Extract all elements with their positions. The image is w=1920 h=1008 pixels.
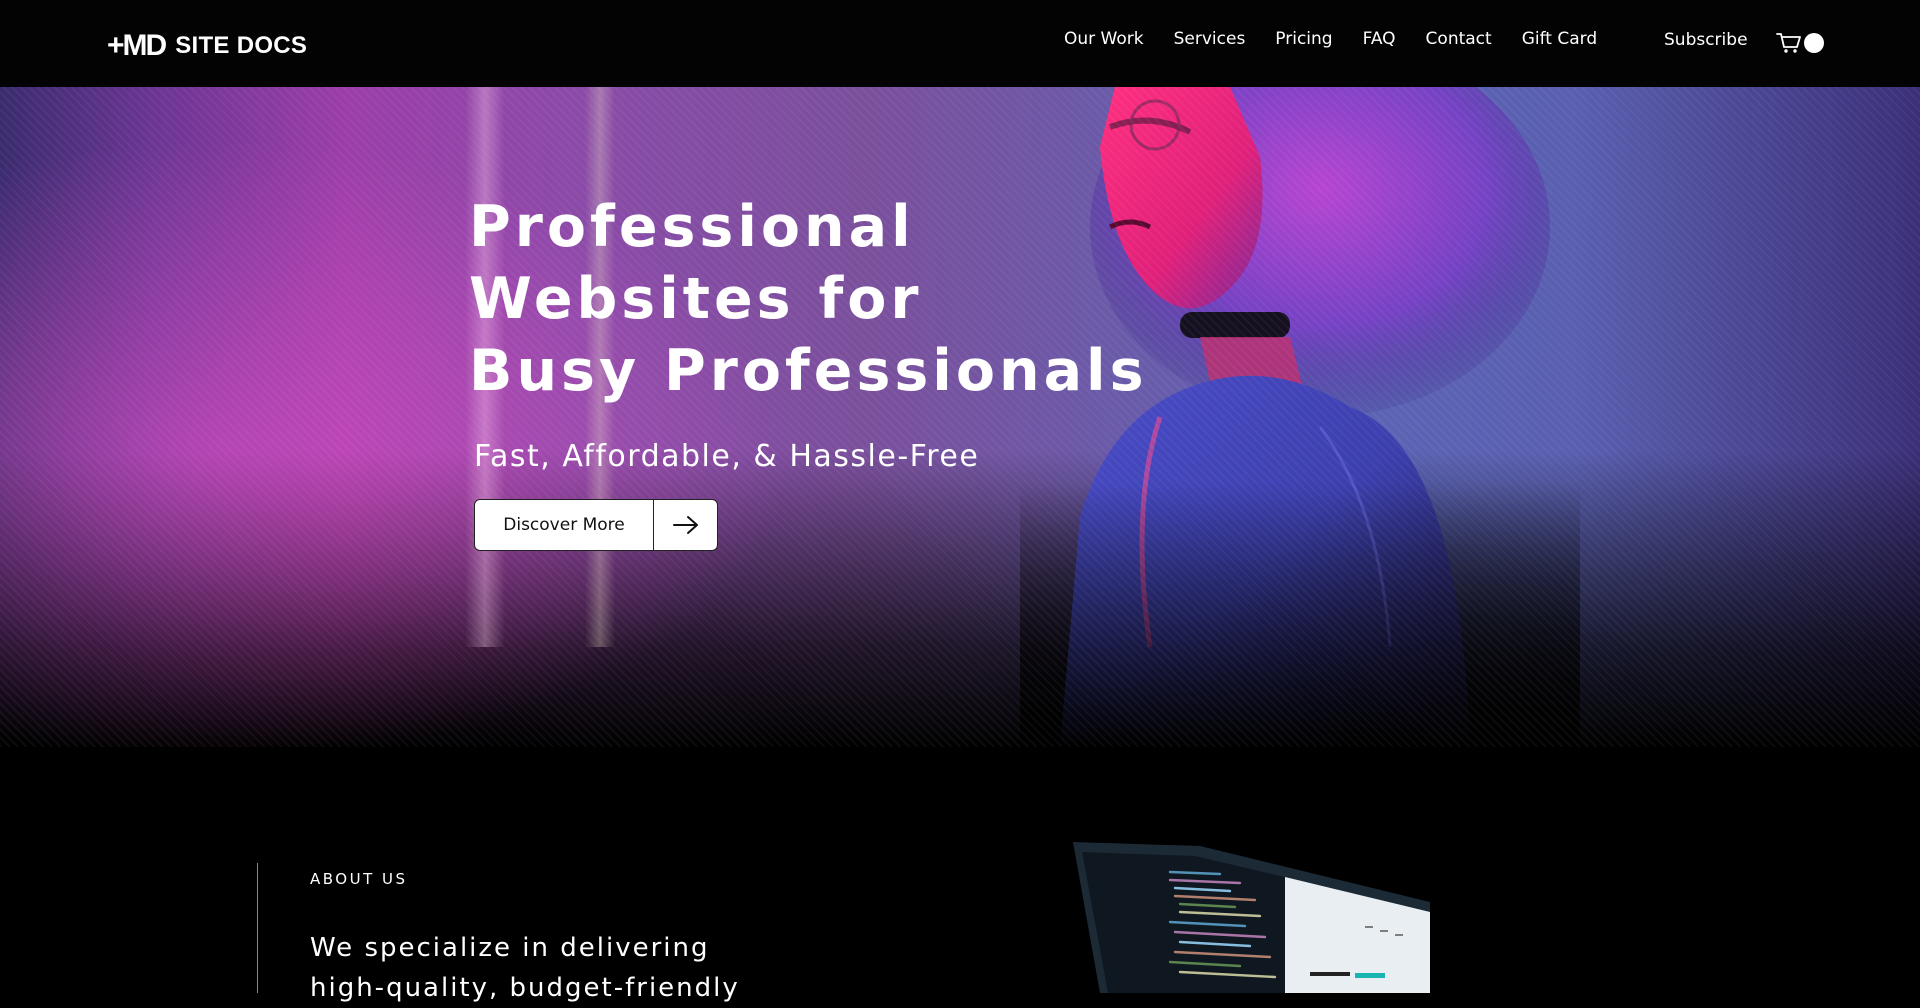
arrow-right-icon — [654, 500, 717, 550]
discover-more-button[interactable]: Discover More — [474, 499, 718, 551]
hero-section: Professional Websites for Busy Professio… — [0, 87, 1920, 747]
hero-subtitle: Fast, Affordable, & Hassle-Free — [474, 439, 980, 474]
hero-title: Professional Websites for Busy Professio… — [469, 191, 1148, 407]
cart-button[interactable] — [1776, 32, 1826, 54]
subscribe-link[interactable]: Subscribe — [1664, 30, 1748, 50]
nav-services[interactable]: Services — [1174, 29, 1246, 49]
nav-faq[interactable]: FAQ — [1363, 29, 1396, 49]
cart-icon — [1776, 33, 1801, 53]
site-logo[interactable]: +MD SITE DOCS — [107, 30, 307, 62]
main-nav: Our Work Services Pricing FAQ Contact Gi… — [1064, 29, 1627, 49]
logo-text: SITE DOCS — [175, 32, 308, 59]
nav-contact[interactable]: Contact — [1426, 29, 1492, 49]
nav-our-work[interactable]: Our Work — [1064, 29, 1144, 49]
cart-count-badge — [1804, 33, 1824, 53]
nav-gift-card[interactable]: Gift Card — [1522, 29, 1597, 49]
about-eyebrow: ABOUT US — [310, 870, 408, 888]
hero-title-line: Busy Professionals — [469, 338, 1148, 404]
site-header: +MD SITE DOCS Our Work Services Pricing … — [0, 0, 1920, 87]
hero-title-line: Websites for — [469, 266, 923, 332]
about-divider — [257, 863, 258, 993]
laptop-code-image — [1073, 842, 1430, 993]
hero-texture-overlay — [0, 87, 1920, 747]
nav-pricing[interactable]: Pricing — [1275, 29, 1332, 49]
about-text: We specialize in delivering high-quality… — [310, 933, 740, 1003]
hero-title-line: Professional — [469, 194, 915, 260]
logo-mark: +MD — [107, 29, 167, 62]
discover-more-label: Discover More — [475, 500, 654, 550]
